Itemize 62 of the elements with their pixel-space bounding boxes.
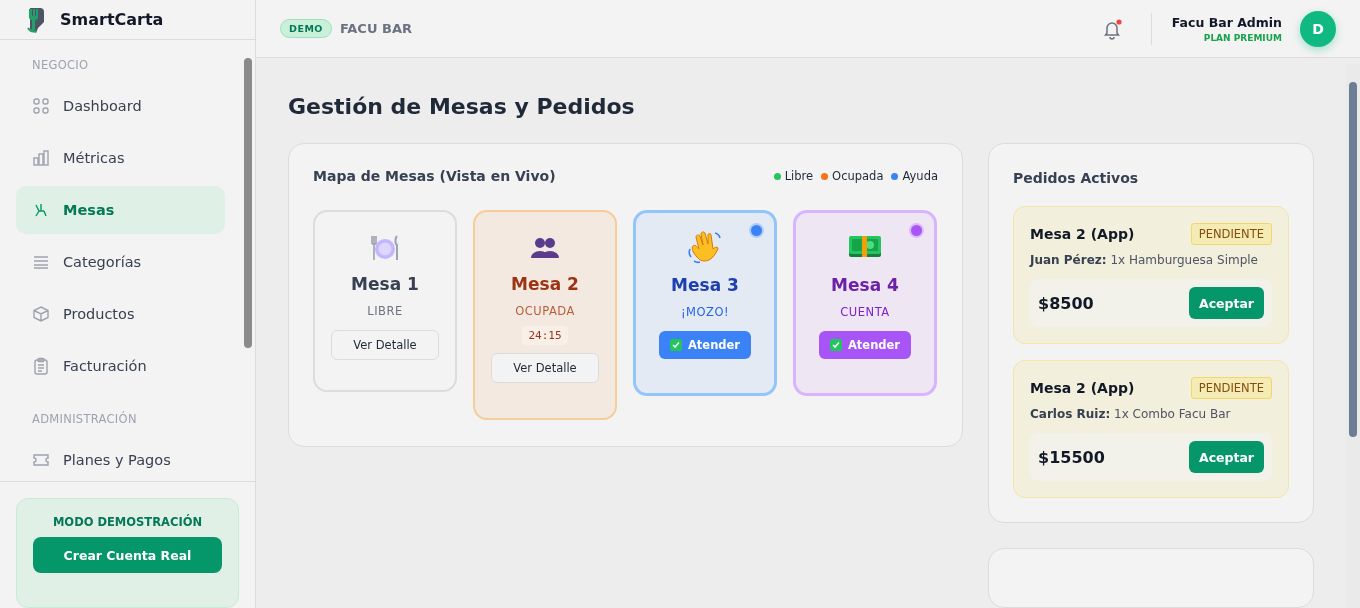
scrollbar[interactable] (1346, 64, 1360, 608)
section-title: NEGOCIO (31, 58, 90, 72)
order-total: $15500 (1038, 447, 1105, 467)
detail-button[interactable]: Ver Detalle (331, 330, 439, 360)
nav-icon (32, 451, 50, 469)
table-status: LIBRE (367, 304, 403, 318)
nav-icon (32, 305, 50, 323)
table-name: Mesa 1 (351, 274, 419, 294)
sidebar-item[interactable]: Planes y Pagos (16, 436, 225, 481)
brand-name: SmartCarta (60, 10, 164, 29)
accept-button[interactable]: Aceptar (1189, 287, 1264, 319)
demo-badge: DEMO (280, 19, 332, 38)
table-status: ¡MOZO! (680, 305, 730, 319)
user-name: Facu Bar Admin (1171, 14, 1282, 30)
status-badge: PENDIENTE (1190, 377, 1272, 399)
table-card[interactable]: Mesa 3 ¡MOZO! Atender (633, 210, 777, 396)
nav-icon (32, 149, 50, 167)
order-items: Juan Pérez: 1x Hamburguesa Simple (1030, 253, 1259, 267)
accept-button[interactable]: Aceptar (1189, 441, 1264, 473)
detail-button[interactable]: Ver Detalle (491, 353, 599, 383)
legend-label: Libre (784, 169, 814, 183)
table-card[interactable]: Mesa 2 OCUPADA 24:15 Ver Detalle (473, 210, 617, 420)
alert-dot (909, 223, 924, 238)
panel-title: Pedidos Activos (1013, 170, 1140, 186)
table-card[interactable]: Mesa 1 LIBRE Ver Detalle (313, 210, 457, 392)
order-total: $8500 (1038, 293, 1094, 313)
table-status: OCUPADA (515, 304, 575, 318)
timer: 24:15 (522, 326, 568, 345)
nav-icon (32, 357, 50, 375)
sidebar-item[interactable]: Productos (16, 290, 225, 338)
nav-icon (32, 201, 50, 219)
attend-button[interactable]: Atender (819, 331, 911, 359)
table-name: Mesa 4 (831, 275, 899, 295)
attend-button[interactable]: Atender (659, 331, 751, 359)
table-card[interactable]: Mesa 4 CUENTA Atender (793, 210, 937, 396)
plan-label: PLAN PREMIUM (1203, 32, 1282, 43)
order-items: Carlos Ruiz: 1x Combo Facu Bar (1030, 407, 1232, 421)
order-table: Mesa 2 (App) (1030, 226, 1135, 242)
alert-dot (749, 223, 764, 238)
order-table: Mesa 2 (App) (1030, 380, 1135, 396)
sidebar-item[interactable]: Mesas (16, 186, 225, 234)
logo-icon (26, 5, 46, 34)
status-badge: PENDIENTE (1190, 223, 1272, 245)
nav-icon (32, 253, 50, 271)
sidebar-item[interactable]: Facturación (16, 342, 225, 390)
panel-title: Mapa de Mesas (Vista en Vivo) (313, 168, 556, 184)
legend-label: Ayuda (902, 169, 938, 183)
create-account-button[interactable]: Crear Cuenta Real (33, 537, 222, 573)
page-title: Gestión de Mesas y Pedidos (288, 94, 636, 119)
table-name: Mesa 3 (671, 275, 739, 295)
business-name: FACU BAR (339, 21, 412, 36)
nav-icon (32, 97, 50, 115)
table-status: CUENTA (840, 305, 890, 319)
check-icon (669, 339, 682, 351)
sidebar-item[interactable]: Dashboard (16, 82, 225, 130)
section-title: ADMINISTRACIÓN (31, 412, 138, 426)
sidebar-item[interactable]: Categorías (16, 238, 225, 286)
legend-label: Ocupada (832, 169, 884, 183)
sidebar-item[interactable]: Métricas (16, 134, 225, 182)
check-icon (829, 339, 842, 351)
demo-title: MODO DEMOSTRACIÓN (52, 515, 203, 529)
table-name: Mesa 2 (511, 274, 579, 294)
